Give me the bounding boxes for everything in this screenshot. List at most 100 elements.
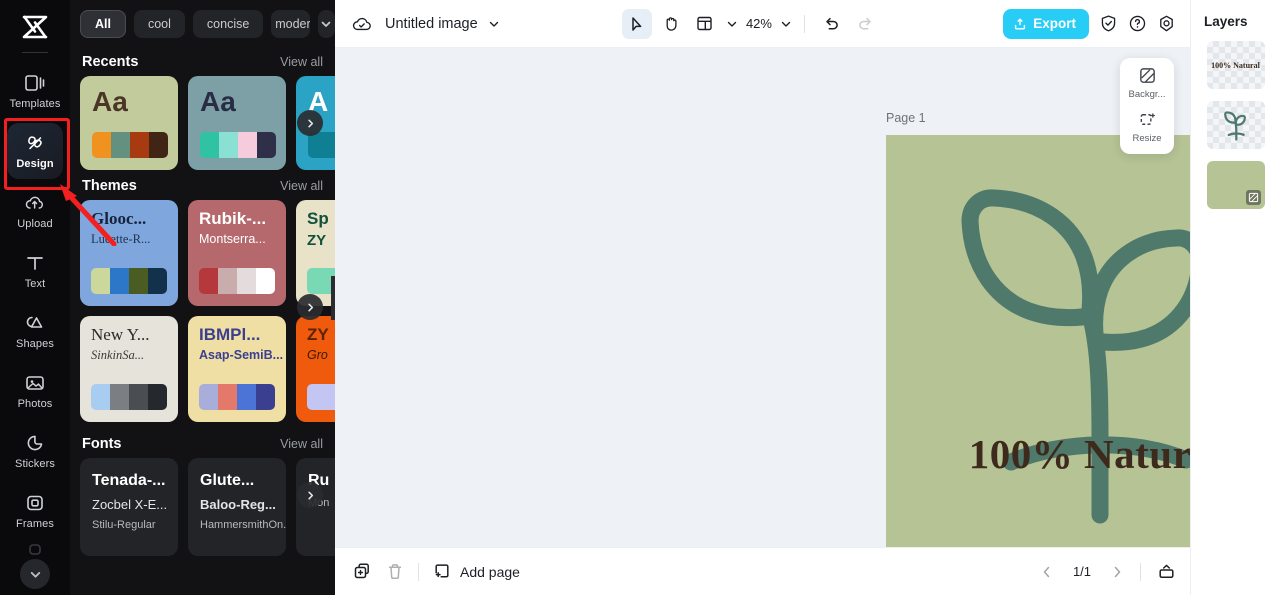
fonts-next-button[interactable] xyxy=(297,482,323,508)
font-name-tertiary: Stilu-Regular xyxy=(92,519,156,531)
view-all-themes[interactable]: View all xyxy=(280,179,323,193)
theme-font-primary: Rubik-... xyxy=(199,209,267,228)
trash-icon[interactable] xyxy=(386,562,404,581)
theme-font-primary: Glooc... xyxy=(91,209,147,228)
filter-chip-cool[interactable]: cool xyxy=(133,10,185,38)
chevron-down-icon[interactable] xyxy=(488,18,500,30)
help-circle-icon[interactable] xyxy=(1128,14,1147,33)
undo-button[interactable] xyxy=(817,9,847,39)
font-card[interactable]: Tenada-... Zocbel X-E... Stilu-Regular xyxy=(80,458,178,556)
font-name-secondary: Baloo-Reg... xyxy=(200,497,276,512)
color-swatches xyxy=(91,268,167,294)
duplicate-page-icon[interactable] xyxy=(353,562,372,581)
export-button[interactable]: Export xyxy=(1003,8,1089,39)
theme-font-secondary: Asap-SemiB... xyxy=(199,347,284,362)
theme-card[interactable]: Glooc... Lucette-R... xyxy=(80,200,178,306)
themes-row-1: Glooc... Lucette-R... Rubik-... Montserr… xyxy=(70,200,335,306)
panel-collapse-handle[interactable] xyxy=(331,276,335,320)
document-title[interactable]: Untitled image xyxy=(385,16,478,32)
zoom-level[interactable]: 42% xyxy=(742,16,776,31)
resize-icon xyxy=(1138,110,1157,129)
filter-chip-all[interactable]: All xyxy=(80,10,126,38)
sidebar-item-design[interactable]: Design xyxy=(7,123,63,179)
bottom-divider-right xyxy=(1140,562,1141,581)
recents-next-button[interactable] xyxy=(297,110,323,136)
collapse-panel-icon[interactable] xyxy=(1157,562,1176,581)
settings-gear-icon[interactable] xyxy=(1157,14,1176,33)
recents-row: Aa Aa A xyxy=(70,76,335,170)
text-icon xyxy=(24,252,46,274)
redo-button[interactable] xyxy=(851,9,881,39)
background-icon xyxy=(1245,190,1261,205)
font-name-primary: Tenada-... xyxy=(92,472,166,489)
recent-card[interactable]: Aa xyxy=(188,76,286,170)
canvas-headline-text[interactable]: 100% Natural xyxy=(886,430,1190,478)
hand-tool-button[interactable] xyxy=(656,9,686,39)
recent-card[interactable]: Aa xyxy=(80,76,178,170)
layer-item-text[interactable]: 100% Natural xyxy=(1206,41,1265,89)
next-page-button[interactable] xyxy=(1111,565,1124,579)
top-toolbar: Untitled image 42% Export xyxy=(335,0,1190,48)
filter-chip-modern[interactable]: modern xyxy=(271,10,310,38)
sidebar-item-photos[interactable]: Photos xyxy=(7,363,63,419)
page-count: 1/1 xyxy=(1072,564,1092,579)
rail-expand-button[interactable] xyxy=(20,559,50,589)
shield-check-icon[interactable] xyxy=(1099,14,1118,33)
shapes-icon xyxy=(24,312,46,334)
theme-card[interactable]: Rubik-... Montserra... xyxy=(188,200,286,306)
sidebar-item-frames[interactable]: Frames xyxy=(7,483,63,539)
chevron-down-icon[interactable] xyxy=(726,18,738,30)
layout-tool-button[interactable] xyxy=(690,9,720,39)
color-swatches xyxy=(308,132,335,158)
plant-sprout-icon[interactable] xyxy=(886,135,1190,547)
section-title: Recents xyxy=(82,54,139,70)
theme-card[interactable]: New Y... SinkinSa... xyxy=(80,316,178,422)
color-swatches xyxy=(199,384,275,410)
font-name-secondary: Zocbel X-E... xyxy=(92,497,168,512)
cloud-saved-icon[interactable] xyxy=(351,15,373,33)
themes-next-button[interactable] xyxy=(297,294,323,320)
theme-font-secondary: SinkinSa... xyxy=(91,347,145,362)
chevron-down-icon[interactable] xyxy=(780,18,792,30)
section-header-recents: Recents View all xyxy=(70,46,335,76)
theme-card[interactable]: ZY Gro xyxy=(296,316,335,422)
sidebar-item-stickers[interactable]: Stickers xyxy=(7,423,63,479)
theme-font-primary: New Y... xyxy=(91,325,150,344)
sidebar-item-label: Upload xyxy=(17,218,53,230)
font-card[interactable]: Ru Mon xyxy=(296,458,335,556)
section-header-themes: Themes View all xyxy=(70,170,335,200)
filter-chip-concise[interactable]: concise xyxy=(192,10,264,38)
chevron-down-icon[interactable] xyxy=(317,10,335,38)
sidebar-item-text[interactable]: Text xyxy=(7,243,63,299)
sidebar-item-shapes[interactable]: Shapes xyxy=(7,303,63,359)
recent-sample-text: Aa xyxy=(200,86,236,117)
theme-font-secondary: Montserra... xyxy=(199,231,266,246)
stickers-icon xyxy=(24,432,46,454)
upload-cloud-icon xyxy=(24,192,46,214)
sidebar-item-upload[interactable]: Upload xyxy=(7,183,63,239)
color-swatches xyxy=(92,132,168,158)
section-header-fonts: Fonts View all xyxy=(70,422,335,458)
theme-card[interactable]: Sp ZY xyxy=(296,200,335,306)
view-all-recents[interactable]: View all xyxy=(280,55,323,69)
theme-card[interactable]: IBMPl... Asap-SemiB... xyxy=(188,316,286,422)
left-rail: Templates Design Upload Text Shapes Phot… xyxy=(0,0,70,595)
capcut-logo-icon[interactable] xyxy=(15,10,55,44)
themes-row-2: New Y... SinkinSa... IBMPl... Asap-SemiB… xyxy=(70,294,335,422)
prev-page-button[interactable] xyxy=(1040,565,1053,579)
frames-icon xyxy=(24,492,46,514)
background-button[interactable]: Backgr... xyxy=(1120,66,1174,100)
add-page-label: Add page xyxy=(460,563,520,580)
theme-font-secondary: Lucette-R... xyxy=(91,231,151,246)
sidebar-item-templates[interactable]: Templates xyxy=(7,63,63,119)
add-page-button[interactable]: Add page xyxy=(433,562,520,581)
font-card[interactable]: Glute... Baloo-Reg... HammersmithOn... xyxy=(188,458,286,556)
design-canvas[interactable]: 100% Natural xyxy=(886,135,1190,547)
view-all-fonts[interactable]: View all xyxy=(280,437,323,451)
resize-button[interactable]: Resize xyxy=(1120,110,1174,144)
theme-font-secondary: Gro xyxy=(307,347,328,362)
canvas-stage[interactable]: Page 1 ••• 100% Natural xyxy=(335,48,1190,547)
layer-item-graphic[interactable] xyxy=(1206,101,1265,149)
layer-item-background[interactable] xyxy=(1206,161,1265,209)
select-tool-button[interactable] xyxy=(621,8,652,39)
